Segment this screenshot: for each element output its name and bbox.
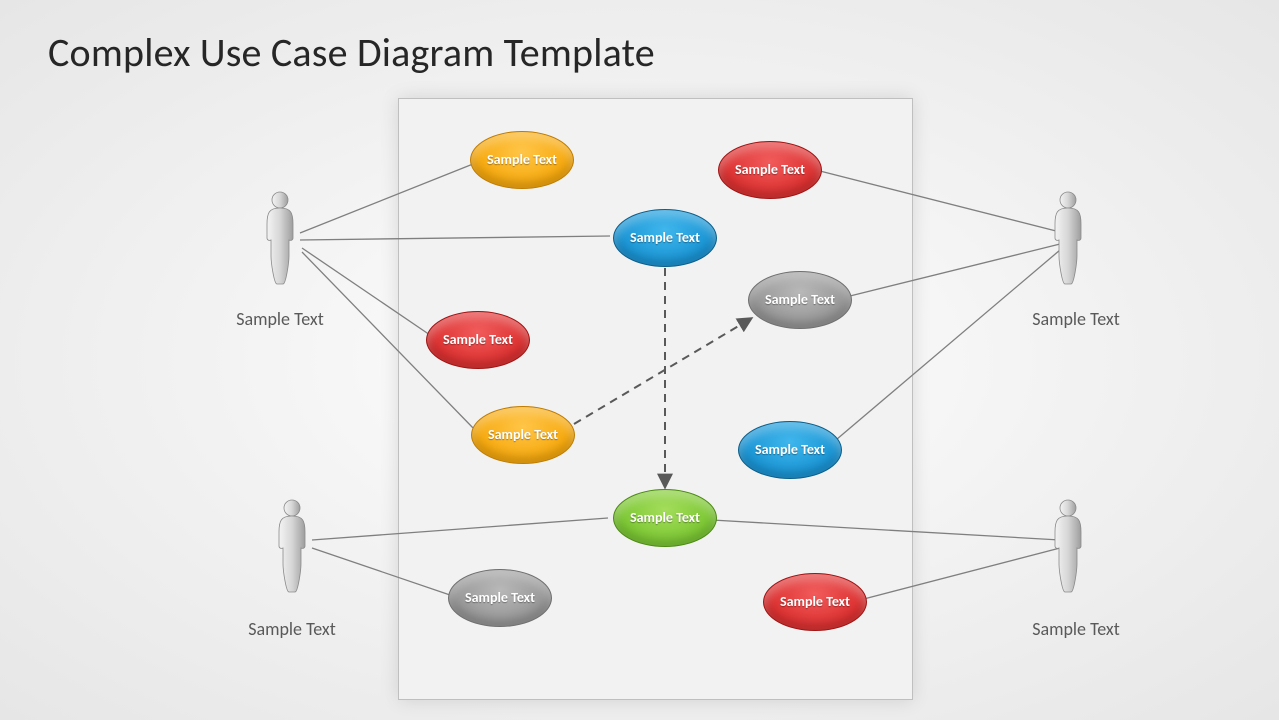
usecase-red-2: Sample Text — [426, 311, 530, 369]
actor-top-right-label: Sample Text — [1032, 308, 1120, 330]
actor-bottom-right — [1048, 498, 1088, 593]
actor-top-right — [1048, 190, 1088, 285]
usecase-green-1: Sample Text — [613, 489, 717, 547]
actor-top-left — [260, 190, 300, 285]
slide-title: Complex Use Case Diagram Template — [48, 28, 655, 77]
usecase-red-1: Sample Text — [718, 141, 822, 199]
person-icon — [260, 190, 300, 285]
usecase-red-3: Sample Text — [763, 573, 867, 631]
usecase-gray-2: Sample Text — [448, 569, 552, 627]
usecase-orange-1: Sample Text — [470, 131, 574, 189]
actor-bottom-left — [272, 498, 312, 593]
person-icon — [1048, 498, 1088, 593]
usecase-orange-2: Sample Text — [471, 406, 575, 464]
actor-top-left-label: Sample Text — [236, 308, 324, 330]
slide: Complex Use Case Diagram Template — [0, 0, 1279, 720]
person-icon — [1048, 190, 1088, 285]
person-icon — [272, 498, 312, 593]
usecase-blue-1: Sample Text — [613, 209, 717, 267]
usecase-blue-2: Sample Text — [738, 421, 842, 479]
usecase-gray-1: Sample Text — [748, 271, 852, 329]
actor-bottom-right-label: Sample Text — [1032, 618, 1120, 640]
actor-bottom-left-label: Sample Text — [248, 618, 336, 640]
